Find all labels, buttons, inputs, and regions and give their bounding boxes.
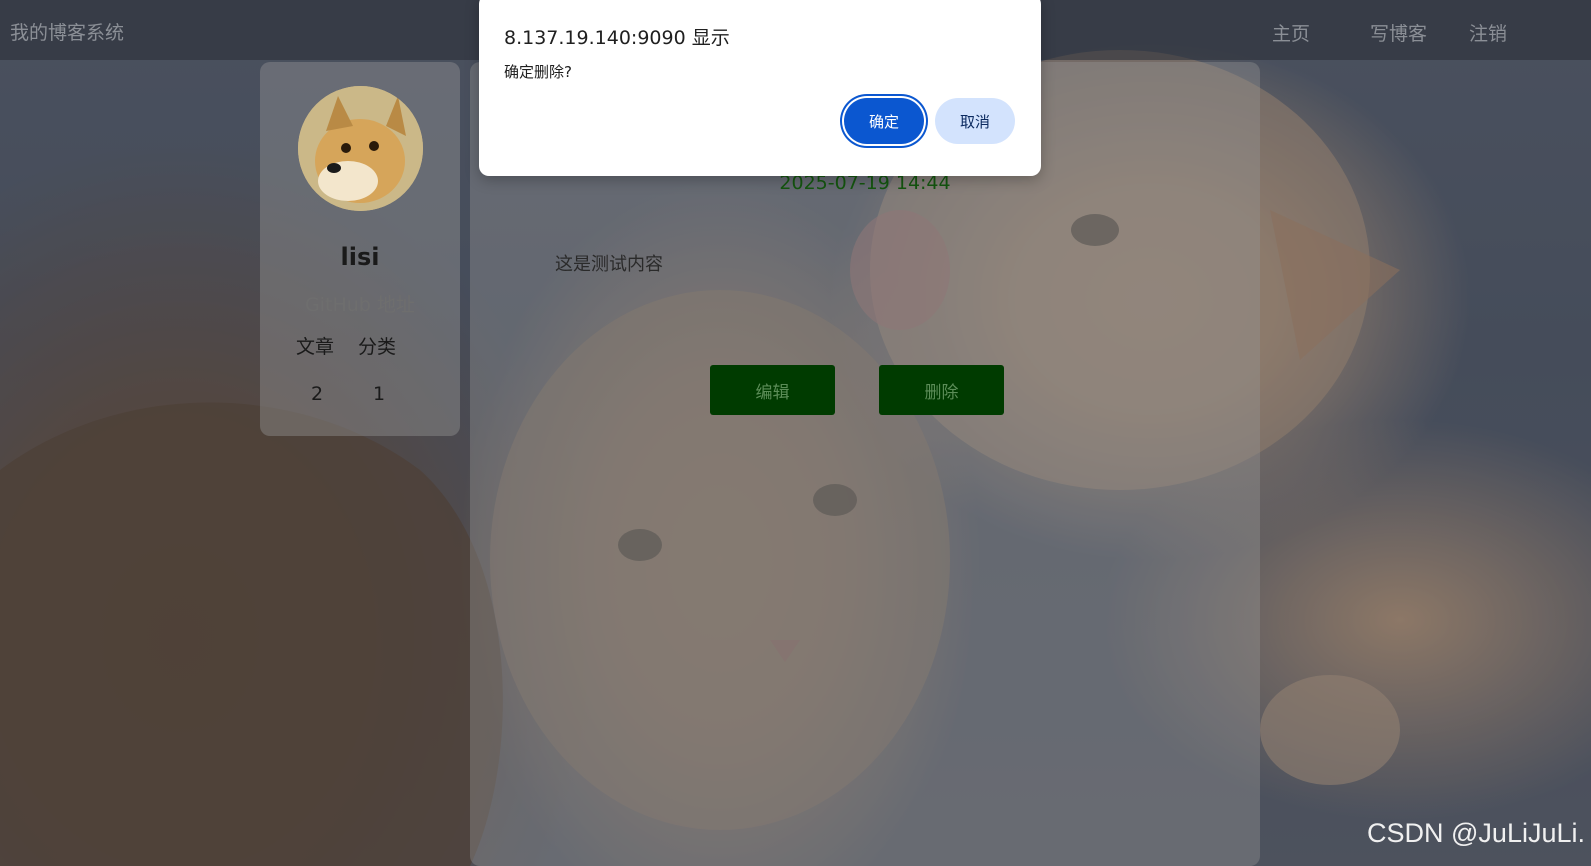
- delete-button[interactable]: 删除: [879, 365, 1004, 415]
- post-content: 这是测试内容: [555, 254, 663, 275]
- stat-value-categories: 1: [373, 383, 386, 405]
- confirm-cancel-button[interactable]: 取消: [935, 98, 1015, 144]
- edit-button[interactable]: 编辑: [710, 365, 835, 415]
- blog-detail-card: 2025-07-19 14:44 这是测试内容 编辑 删除: [470, 62, 1260, 866]
- profile-card: lisi GitHub 地址 文章 分类 2 1: [260, 62, 460, 436]
- stat-label-articles: 文章: [296, 336, 335, 358]
- dialog-title: 8.137.19.140:9090 显示: [504, 27, 730, 49]
- confirm-ok-button[interactable]: 确定: [844, 98, 924, 144]
- stat-value-articles: 2: [311, 383, 324, 405]
- nav-link-logout[interactable]: 注销: [1469, 19, 1507, 46]
- dialog-message: 确定删除?: [504, 63, 572, 81]
- doge-avatar-icon: [298, 86, 423, 211]
- confirm-dialog: 8.137.19.140:9090 显示 确定删除? 确定 取消: [479, 0, 1041, 176]
- nav-link-home[interactable]: 主页: [1272, 19, 1310, 46]
- watermark: CSDN @JuLiJuLi.: [1367, 818, 1585, 848]
- github-link[interactable]: GitHub 地址: [260, 290, 460, 317]
- stat-label-categories: 分类: [358, 336, 397, 358]
- site-title: 我的博客系统: [10, 22, 125, 44]
- nav-link-write-blog[interactable]: 写博客: [1370, 19, 1427, 46]
- avatar: [298, 86, 423, 211]
- username: lisi: [340, 243, 380, 271]
